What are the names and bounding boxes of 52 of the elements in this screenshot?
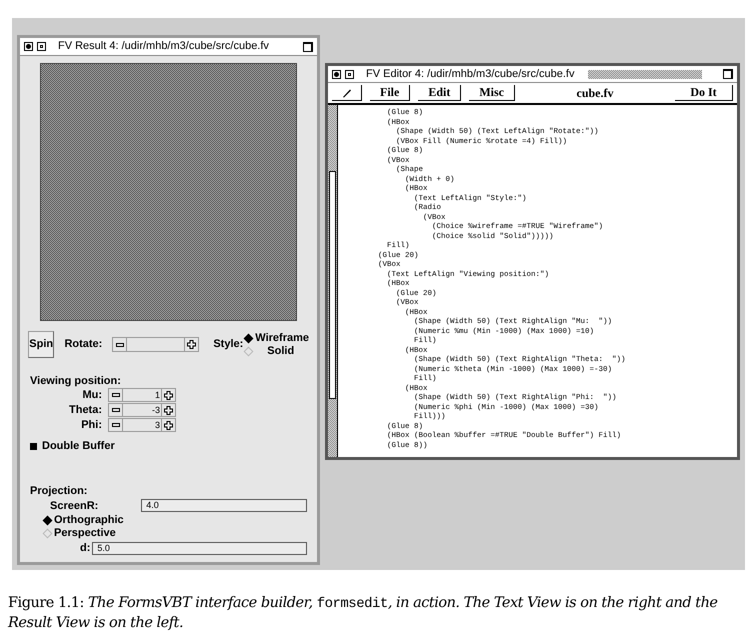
d-field[interactable]: 5.0 (92, 542, 307, 555)
close-icon[interactable] (332, 70, 341, 78)
projection-label: Projection: (30, 484, 88, 498)
checkbox[interactable] (30, 442, 37, 450)
plus-icon[interactable] (161, 404, 175, 416)
option-label: Wireframe (255, 332, 309, 344)
screenr-label: ScreenR: (50, 498, 100, 514)
scrollbar-thumb[interactable] (329, 171, 336, 399)
rotate-field[interactable] (112, 337, 200, 352)
field-label: Theta: (68, 403, 103, 417)
window-title: FV Editor 4: /udir/mhb/m3/cube/src/cube.fv (366, 66, 574, 82)
radio-button[interactable] (42, 528, 52, 538)
figure-caption: Figure 1.1: The FormsVBT interface builder, formsedit, in action. The Text View is on the right and the Result View is on the left. (8, 594, 718, 633)
rotate-label: Rotate: (64, 337, 102, 352)
minus-icon[interactable] (109, 404, 123, 416)
close-icon[interactable] (24, 42, 33, 51)
minimize-icon[interactable] (345, 70, 354, 78)
menu-button[interactable]: Edit (418, 85, 462, 101)
menu-button[interactable]: File (370, 85, 410, 101)
minus-icon[interactable] (113, 338, 128, 351)
field-label: Mu: (81, 388, 103, 402)
option-label: Solid (267, 344, 294, 358)
minus-icon[interactable] (109, 419, 123, 431)
option-label: Orthographic (54, 514, 124, 527)
radio-button[interactable] (244, 346, 254, 356)
plus-icon[interactable] (161, 389, 175, 401)
resize-icon[interactable] (303, 42, 313, 52)
menu-button[interactable]: Misc (469, 85, 515, 101)
double-buffer-label: Double Buffer (42, 439, 115, 454)
d-label: d: (80, 541, 90, 556)
minus-icon[interactable] (109, 389, 123, 401)
screenr-field[interactable]: 4.0 (141, 499, 307, 512)
radio-button[interactable] (42, 516, 52, 526)
numeric-field[interactable]: 3 (108, 418, 176, 432)
spin-button[interactable]: Spin (28, 331, 54, 358)
pen-icon (342, 88, 352, 98)
scrollbar[interactable] (328, 105, 338, 457)
window-title: FV Result 4: /udir/mhb/m3/cube/src/cube.fv (58, 39, 269, 54)
resize-icon[interactable] (723, 69, 733, 79)
radio-button[interactable] (244, 333, 254, 343)
plus-icon[interactable] (184, 338, 198, 351)
file-name: cube.fv (576, 85, 614, 102)
viewing-position-label: Viewing position: (30, 374, 122, 388)
minimize-icon[interactable] (37, 42, 46, 51)
field-label: Phi: (80, 418, 103, 432)
plus-icon[interactable] (161, 419, 175, 431)
option-label: Perspective (54, 527, 116, 540)
pen-button[interactable] (332, 85, 362, 101)
do-it-button[interactable]: Do It (675, 85, 733, 101)
numeric-field[interactable]: 1 (108, 388, 176, 402)
style-label: Style: (213, 337, 244, 352)
numeric-field[interactable]: -3 (108, 403, 176, 417)
